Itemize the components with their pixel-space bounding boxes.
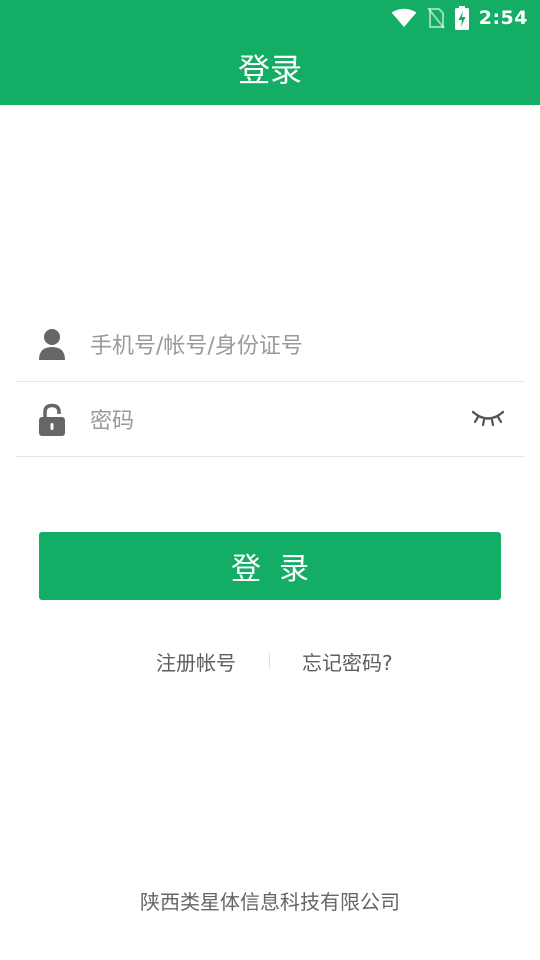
password-input[interactable] <box>90 401 450 441</box>
company-footer: 陕西类星体信息科技有限公司 <box>140 890 400 914</box>
lock-icon <box>39 403 65 436</box>
app-header: 2:54 登录 <box>0 0 540 105</box>
account-links: 注册帐号 忘记密码? <box>0 643 540 679</box>
register-link[interactable]: 注册帐号 <box>156 647 236 676</box>
status-bar: 2:54 <box>0 0 540 36</box>
links-divider <box>269 653 270 669</box>
person-icon <box>39 329 65 360</box>
account-input[interactable] <box>90 326 450 366</box>
eye-closed-icon[interactable] <box>471 407 505 429</box>
battery-charging-icon <box>454 6 469 30</box>
forgot-password-link[interactable]: 忘记密码? <box>302 647 393 676</box>
status-time: 2:54 <box>478 7 528 29</box>
login-button[interactable]: 登录 <box>39 532 501 600</box>
login-screen: 2:54 登录 登录 注册帐号 忘记密码? 陕西类星体信息科技 <box>0 0 540 960</box>
no-sim-icon <box>426 7 445 29</box>
status-icons: 2:54 <box>391 6 528 30</box>
wifi-icon <box>391 8 417 27</box>
password-field <box>16 383 525 457</box>
account-field <box>16 308 525 382</box>
page-title: 登录 <box>237 51 302 89</box>
